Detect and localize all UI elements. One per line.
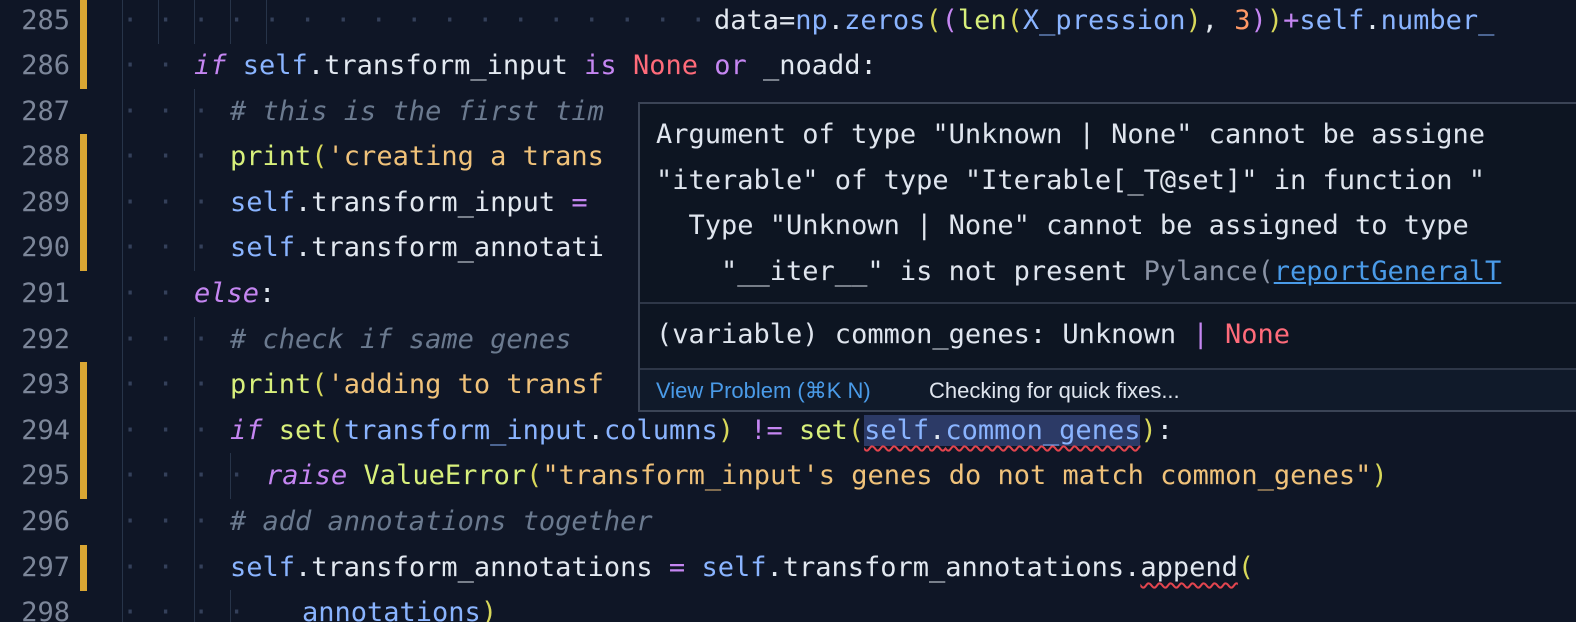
- code-text[interactable]: print('adding to transf: [230, 362, 604, 408]
- modified-gutter-marker[interactable]: [80, 0, 87, 44]
- diagnostic-message-row: "__iter__" is not present Pylance(report…: [656, 249, 1501, 295]
- diagnostic-source: Pylance(reportGeneralT: [1143, 256, 1502, 287]
- whitespace-dots: · · · ·: [122, 597, 247, 622]
- diagnostic-source-label: Pylance: [1143, 256, 1258, 287]
- code-text[interactable]: self.transform_annotati: [230, 225, 604, 271]
- code-text[interactable]: annotations): [302, 590, 497, 622]
- whitespace-dots: · · · ·: [122, 460, 247, 491]
- line-number: 298: [21, 597, 70, 622]
- tooltip-status-bar: View Problem (⌘K N) Checking for quick f…: [640, 368, 1576, 410]
- code-line[interactable]: 298 · · · · annotations): [0, 590, 1576, 622]
- code-line[interactable]: 286 · · if self.transform_input is None …: [0, 43, 1576, 89]
- whitespace-dots: · · ·: [122, 96, 211, 127]
- rule-link[interactable]: reportGeneralT: [1274, 256, 1502, 287]
- view-problem-link[interactable]: View Problem (⌘K N): [656, 368, 871, 410]
- signature-none: None: [1208, 319, 1290, 350]
- diagnostic-message-line: Type "Unknown | None" cannot be assigned…: [656, 210, 1469, 241]
- modified-gutter-marker[interactable]: [80, 362, 87, 408]
- line-number: 296: [21, 506, 70, 537]
- hovered-symbol: self.common_genes: [864, 415, 1141, 446]
- deprecated-call: append: [1140, 552, 1238, 583]
- line-number: 291: [21, 278, 70, 309]
- code-text[interactable]: raise ValueError("transform_input's gene…: [266, 453, 1388, 499]
- modified-gutter-marker[interactable]: [80, 408, 87, 454]
- line-number: 292: [21, 324, 70, 355]
- diagnostic-message-line: "iterable" of type "Iterable[_T@set]" in…: [656, 165, 1486, 196]
- diagnostic-message-line: Argument of type "Unknown | None" cannot…: [656, 119, 1486, 150]
- whitespace-dots: · · ·: [122, 187, 211, 218]
- code-line[interactable]: 295 · · · · raise ValueError("transform_…: [0, 453, 1576, 499]
- whitespace-dots: · · ·: [122, 324, 211, 355]
- modified-gutter-marker[interactable]: [80, 545, 87, 591]
- modified-gutter-marker[interactable]: [80, 43, 87, 89]
- code-line[interactable]: 285 · · · · · · · · · · · · · · · · · da…: [0, 0, 1576, 44]
- modified-gutter-marker[interactable]: [80, 134, 87, 180]
- diagnostic-message-line: "__iter__" is not present: [656, 256, 1128, 287]
- code-token: data=: [714, 5, 796, 36]
- quick-fix-status: Checking for quick fixes...: [929, 378, 1180, 403]
- whitespace-dots: · · ·: [122, 141, 211, 172]
- code-text[interactable]: if self.transform_input is None or _noad…: [194, 43, 877, 89]
- code-text[interactable]: print('creating a trans: [230, 134, 604, 180]
- whitespace-dots: · · ·: [122, 232, 211, 263]
- line-number: 293: [21, 369, 70, 400]
- line-number: 288: [21, 141, 70, 172]
- line-number: 287: [21, 96, 70, 127]
- union-pipe: |: [1192, 319, 1209, 350]
- line-number: 286: [21, 50, 70, 81]
- tooltip-divider: [640, 302, 1576, 304]
- code-text[interactable]: self.transform_input =: [230, 180, 604, 226]
- whitespace-dots: · · ·: [122, 506, 211, 537]
- signature-text: (variable) common_genes: Unknown: [656, 319, 1193, 350]
- whitespace-dots: · · ·: [122, 552, 211, 583]
- whitespace-dots: · ·: [122, 278, 176, 309]
- modified-gutter-marker[interactable]: [80, 225, 87, 271]
- modified-gutter-marker[interactable]: [80, 453, 87, 499]
- code-comment[interactable]: # check if same genes: [230, 317, 571, 363]
- code-text[interactable]: if set(transform_input.columns) != set(s…: [230, 408, 1173, 454]
- whitespace-dots: · · ·: [122, 369, 211, 400]
- line-number: 297: [21, 552, 70, 583]
- line-number: 289: [21, 187, 70, 218]
- line-number: 294: [21, 415, 70, 446]
- code-text[interactable]: else:: [194, 271, 275, 317]
- whitespace-dots: · ·: [122, 50, 176, 81]
- hover-tooltip[interactable]: Argument of type "Unknown | None" cannot…: [638, 102, 1576, 412]
- line-number: 295: [21, 460, 70, 491]
- whitespace-dots: · · ·: [122, 415, 211, 446]
- code-line[interactable]: 296 · · · # add annotations together: [0, 499, 1576, 545]
- type-signature: (variable) common_genes: Unknown | None: [656, 312, 1290, 358]
- code-line[interactable]: 294 · · · if set(transform_input.columns…: [0, 408, 1576, 454]
- code-comment[interactable]: # this is the first tim: [230, 89, 604, 135]
- line-number: 290: [21, 232, 70, 263]
- code-text[interactable]: self.transform_annotations = self.transf…: [230, 545, 1254, 591]
- line-number: 285: [21, 5, 70, 36]
- code-editor[interactable]: 285 · · · · · · · · · · · · · · · · · da…: [0, 0, 1576, 622]
- code-comment[interactable]: # add annotations together: [230, 499, 653, 545]
- code-line[interactable]: 297 · · · self.transform_annotations = s…: [0, 545, 1576, 591]
- code-text[interactable]: data=np.zeros((len(X_pression), 3))+self…: [714, 0, 1494, 44]
- modified-gutter-marker[interactable]: [80, 180, 87, 226]
- whitespace-dots: · · · · · · · · · · · · · · · · ·: [122, 5, 708, 36]
